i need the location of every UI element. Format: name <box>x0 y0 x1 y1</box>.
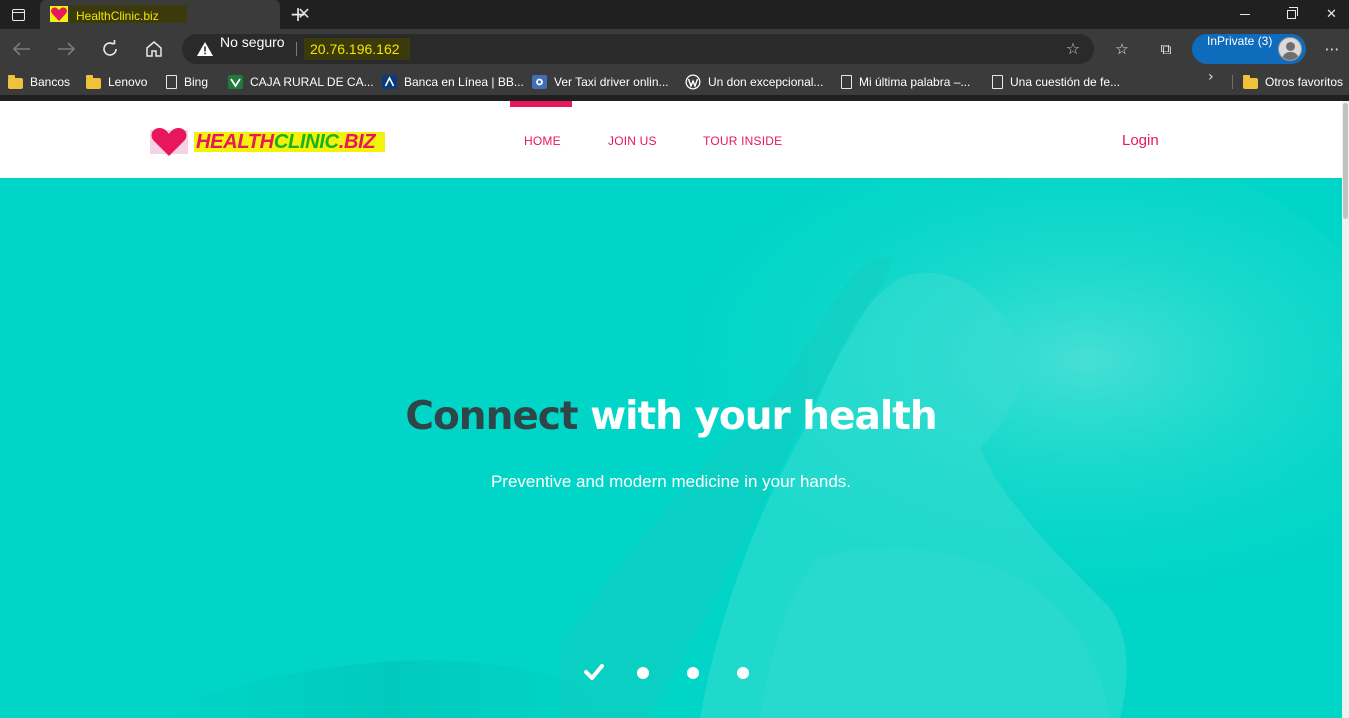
bbva-icon <box>382 75 397 89</box>
page-viewport: HEALTHCLINIC.BIZ HOME JOIN US TOUR INSID… <box>0 101 1349 718</box>
page-scrollbar[interactable] <box>1342 101 1349 718</box>
favorites-icon[interactable]: ☆ <box>1110 37 1134 61</box>
scroll-thumb[interactable] <box>1343 103 1348 219</box>
restore-icon <box>1286 7 1298 19</box>
bookmark-label: Una cuestión de fe... <box>1010 75 1121 89</box>
heart-favicon-icon <box>50 6 68 22</box>
hero-title: Connect with your health <box>0 394 1342 439</box>
hero-section: Connect with your health Preventive and … <box>0 178 1342 718</box>
carousel-dot-2[interactable] <box>637 667 649 679</box>
bookmark-bing[interactable]: Bing <box>166 69 208 95</box>
chevron-right-icon[interactable]: › <box>1208 69 1214 95</box>
carousel-dot-3[interactable] <box>687 667 699 679</box>
bookmark-caja-rural[interactable]: CAJA RURAL DE CA... <box>228 69 374 95</box>
bookmark-label: Mi última palabra –... <box>859 75 971 89</box>
forward-button[interactable] <box>52 35 80 63</box>
logo-health: HEALTH <box>196 131 274 153</box>
nav-home[interactable]: HOME <box>524 134 561 148</box>
bookmark-cuestion-de-fe[interactable]: Una cuestión de fe... <box>992 69 1120 95</box>
minimize-icon <box>1240 14 1250 15</box>
address-separator <box>296 42 297 56</box>
site-header: HEALTHCLINIC.BIZ HOME JOIN US TOUR INSID… <box>0 101 1342 178</box>
other-favorites[interactable]: Otros favoritos <box>1243 69 1343 95</box>
warning-icon[interactable] <box>196 41 214 57</box>
favorites-bar: Bancos Lenovo Bing CAJA RURAL DE CA... B… <box>0 69 1349 95</box>
browser-toolbar: No seguro 20.76.196.162 ☆ ☆ ⧉ InPrivate … <box>0 29 1349 69</box>
tab-actions-button[interactable] <box>6 4 30 26</box>
profile-avatar <box>1278 37 1302 61</box>
home-button[interactable] <box>140 35 168 63</box>
bookmark-bbva[interactable]: Banca en Línea | BB... <box>382 69 524 95</box>
caja-rural-icon <box>228 75 243 89</box>
video-site-icon <box>532 75 547 89</box>
address-bar[interactable]: No seguro 20.76.196.162 ☆ <box>182 34 1094 64</box>
bookmark-label: Lenovo <box>108 75 148 89</box>
page-icon <box>992 75 1003 89</box>
carousel-dot-1-check-icon[interactable] <box>584 664 604 680</box>
refresh-icon <box>103 40 117 56</box>
minimize-button[interactable] <box>1222 0 1268 29</box>
login-link[interactable]: Login <box>1122 132 1159 149</box>
logo-text-highlight: HEALTHCLINIC.BIZ <box>194 131 386 153</box>
carousel-dot-4[interactable] <box>737 667 749 679</box>
bookmark-label: Bing <box>184 75 209 89</box>
inprivate-button[interactable]: InPrivate (3) <box>1192 34 1306 64</box>
refresh-button[interactable] <box>96 35 124 63</box>
tab-healthclinic[interactable]: HealthClinic.biz ✕ <box>40 0 311 29</box>
bookmark-label: Otros favoritos <box>1265 75 1344 89</box>
url-text[interactable]: 20.76.196.162 <box>310 41 400 57</box>
nav-tour-inside[interactable]: TOUR INSIDE <box>703 134 782 148</box>
bookmark-video[interactable]: Ver Taxi driver onlin... <box>532 69 669 95</box>
bookmark-label: CAJA RURAL DE CA... <box>250 75 374 89</box>
favorites-separator <box>1232 75 1233 89</box>
page-icon <box>166 75 177 89</box>
carousel-indicators <box>584 664 764 682</box>
logo-biz: .BIZ <box>338 131 376 153</box>
bookmark-label: Ver Taxi driver onlin... <box>554 75 669 89</box>
close-icon: ✕ <box>1326 7 1337 22</box>
inprivate-label: InPrivate (3) <box>1207 34 1273 48</box>
tab-strip: HealthClinic.biz ✕ + ✕ <box>0 0 1349 29</box>
bookmark-label: Un don excepcional... <box>708 75 824 89</box>
restore-button[interactable] <box>1268 0 1314 29</box>
hero-subtitle: Preventive and modern medicine in your h… <box>490 472 852 491</box>
heart-logo-icon <box>150 128 188 156</box>
close-window-button[interactable]: ✕ <box>1314 0 1349 29</box>
url-highlight: 20.76.196.162 <box>304 38 410 60</box>
back-button[interactable] <box>8 35 36 63</box>
home-icon <box>146 41 162 57</box>
hero-woman-image <box>0 178 1342 718</box>
folder-icon <box>1243 74 1258 89</box>
folder-icon <box>86 74 101 89</box>
forward-arrow-icon <box>58 42 75 56</box>
hero-title-dark: Connect <box>405 394 578 439</box>
more-options-icon[interactable]: ⋯ <box>1320 37 1344 61</box>
nav-join-us[interactable]: JOIN US <box>608 134 657 148</box>
back-arrow-icon <box>13 42 30 56</box>
nav-active-indicator <box>510 101 572 107</box>
tab-title-highlight: HealthClinic.biz <box>70 5 187 23</box>
site-logo[interactable]: HEALTHCLINIC.BIZ <box>150 127 396 157</box>
bookmark-bancos[interactable]: Bancos <box>8 69 70 95</box>
logo-clinic: CLINIC <box>273 131 339 153</box>
bookmark-label: Banca en Línea | BB... <box>404 75 524 89</box>
hero-title-light: with your health <box>577 394 938 439</box>
bookmark-mi-ultima-palabra[interactable]: Mi última palabra –... <box>841 69 970 95</box>
tab-title: HealthClinic.biz <box>76 9 159 23</box>
tab-actions-icon <box>11 9 25 21</box>
folder-icon <box>8 74 23 89</box>
new-tab-icon[interactable]: + <box>288 4 308 24</box>
wordpress-icon <box>685 74 701 90</box>
page-icon <box>841 75 852 89</box>
logo-text: HEALTHCLINIC.BIZ <box>196 131 376 153</box>
bookmark-wordpress[interactable]: Un don excepcional... <box>685 69 823 95</box>
bookmark-lenovo[interactable]: Lenovo <box>86 69 147 95</box>
add-favorite-icon[interactable]: ☆ <box>1062 39 1084 59</box>
bookmark-label: Bancos <box>30 75 71 89</box>
collections-icon[interactable]: ⧉ <box>1154 37 1178 61</box>
not-secure-label[interactable]: No seguro <box>220 34 285 50</box>
